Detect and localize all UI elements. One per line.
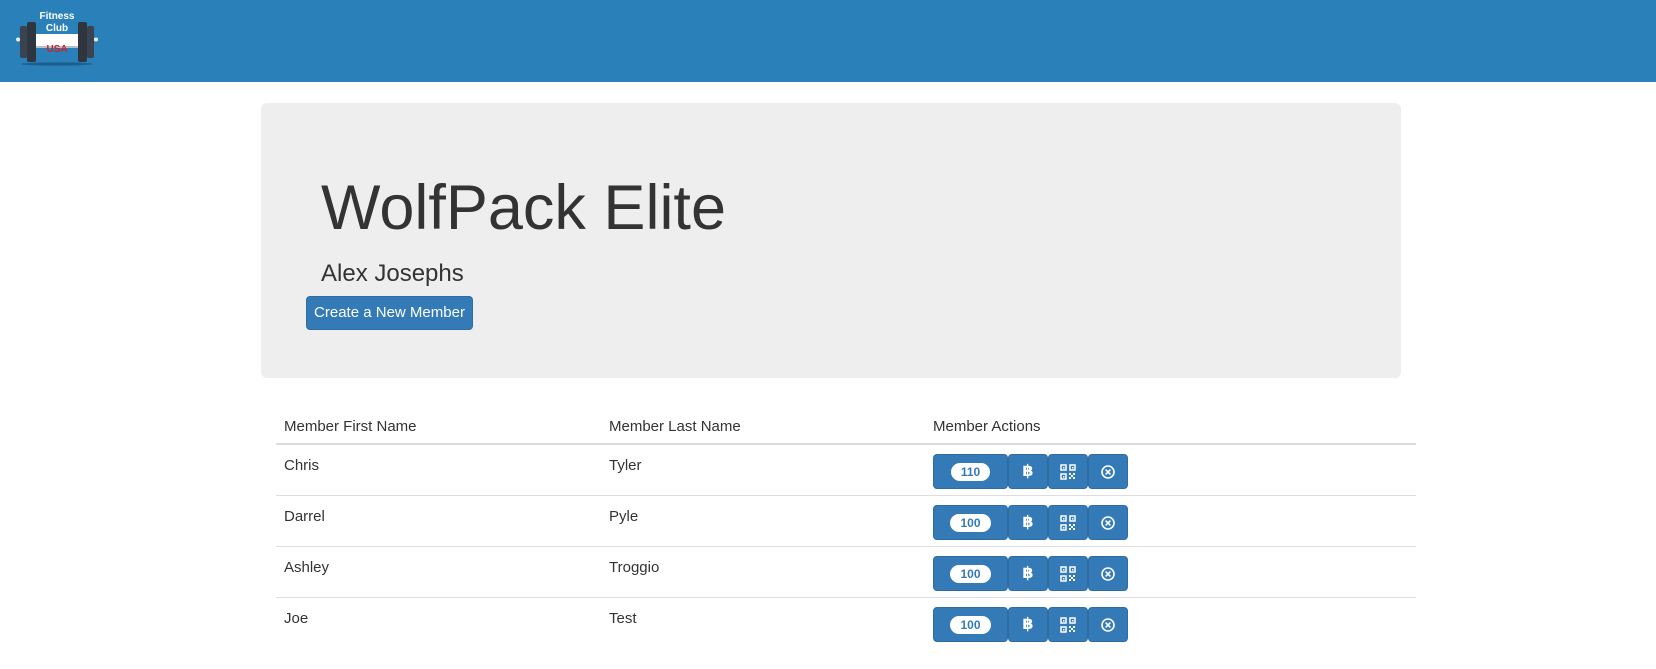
- circle-x-icon: [1101, 566, 1115, 581]
- bitcoin-button[interactable]: ฿: [1008, 607, 1048, 642]
- table-row: Joe Test 100 ฿: [276, 597, 1416, 648]
- bitcoin-button[interactable]: ฿: [1008, 454, 1048, 489]
- bitcoin-icon: ฿: [1022, 615, 1034, 633]
- qr-code-icon: [1060, 514, 1076, 531]
- member-first-name: Ashley: [284, 559, 330, 576]
- points-badge: 110: [950, 462, 991, 481]
- logo-text-usa: USA: [46, 44, 67, 55]
- header-last-name: Member Last Name: [609, 418, 741, 435]
- member-first-name: Darrel: [284, 508, 325, 525]
- create-member-button[interactable]: Create a New Member: [306, 296, 473, 330]
- bitcoin-button[interactable]: ฿: [1008, 505, 1048, 540]
- delete-member-button[interactable]: [1088, 556, 1128, 591]
- points-button[interactable]: 100: [933, 505, 1008, 540]
- table-row: Darrel Pyle 100 ฿: [276, 495, 1416, 546]
- bitcoin-icon: ฿: [1022, 564, 1034, 582]
- points-button[interactable]: 110: [933, 454, 1008, 489]
- coach-name: Alex Josephs: [321, 260, 464, 287]
- circle-x-icon: [1101, 515, 1115, 530]
- qr-code-button[interactable]: [1048, 505, 1088, 540]
- jumbotron: WolfPack Elite Alex Josephs Create a New…: [261, 103, 1401, 378]
- table-row: Chris Tyler 110 ฿: [276, 444, 1416, 495]
- circle-x-icon: [1101, 617, 1115, 632]
- logo-text-fitness: Fitness: [39, 11, 74, 22]
- header-first-name: Member First Name: [284, 418, 417, 435]
- top-navbar: Fitness Club USA: [0, 0, 1656, 82]
- header-actions: Member Actions: [933, 418, 1041, 435]
- qr-code-icon: [1060, 463, 1076, 480]
- member-last-name: Tyler: [609, 457, 642, 474]
- delete-member-button[interactable]: [1088, 607, 1128, 642]
- points-badge: 100: [950, 564, 991, 583]
- member-last-name: Pyle: [609, 508, 639, 525]
- table-header-row: Member First Name Member Last Name Membe…: [276, 402, 1416, 444]
- qr-code-button[interactable]: [1048, 607, 1088, 642]
- members-table: Member First Name Member Last Name Membe…: [276, 402, 1416, 648]
- member-first-name: Joe: [284, 610, 309, 627]
- qr-code-button[interactable]: [1048, 454, 1088, 489]
- bitcoin-button[interactable]: ฿: [1008, 556, 1048, 591]
- bitcoin-icon: ฿: [1022, 462, 1034, 480]
- qr-code-button[interactable]: [1048, 556, 1088, 591]
- points-badge: 100: [950, 513, 991, 532]
- member-first-name: Chris: [284, 457, 320, 474]
- logo-text-club: Club: [46, 23, 68, 34]
- barbell-logo-icon: Fitness Club USA: [16, 11, 98, 66]
- table-row: Ashley Troggio 100 ฿: [276, 546, 1416, 597]
- points-badge: 100: [950, 615, 991, 634]
- member-last-name: Troggio: [609, 559, 660, 576]
- bitcoin-icon: ฿: [1022, 513, 1034, 531]
- delete-member-button[interactable]: [1088, 454, 1128, 489]
- member-last-name: Test: [609, 610, 637, 627]
- qr-code-icon: [1060, 616, 1076, 633]
- points-button[interactable]: 100: [933, 556, 1008, 591]
- delete-member-button[interactable]: [1088, 505, 1128, 540]
- points-button[interactable]: 100: [933, 607, 1008, 642]
- qr-code-icon: [1060, 565, 1076, 582]
- team-title: WolfPack Elite: [321, 173, 726, 243]
- circle-x-icon: [1101, 464, 1115, 479]
- fitness-club-logo[interactable]: Fitness Club USA: [15, 10, 99, 66]
